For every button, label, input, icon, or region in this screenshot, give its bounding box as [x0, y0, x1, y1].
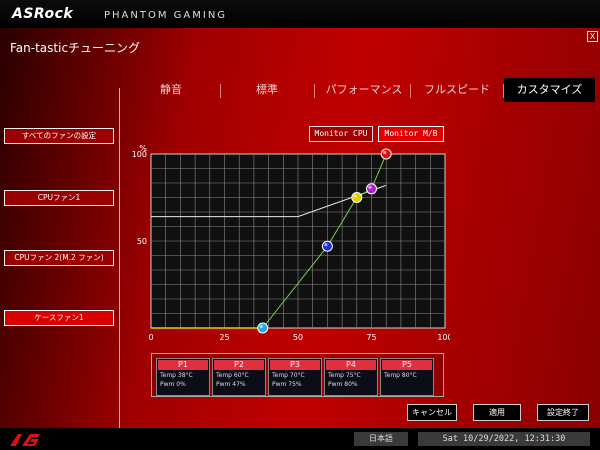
point-card-p3[interactable]: P3 Temp 70°C Pwm 75% — [268, 358, 322, 396]
point-card-p2[interactable]: P2 Temp 60°C Pwm 47% — [212, 358, 266, 396]
curve-point-p3[interactable] — [351, 192, 363, 203]
point-card-temp: Temp 80°C — [384, 372, 417, 379]
y-axis-label: % — [139, 144, 147, 153]
panel-title: Fan-tasticチューニング — [10, 41, 141, 55]
brand-logo: ASRock — [12, 6, 74, 22]
phantom-gaming-logo — [10, 434, 40, 446]
x-tick-label: 0 — [148, 333, 153, 342]
y-tick-label: 50 — [137, 237, 147, 246]
x-tick-label: 100 — [437, 333, 450, 342]
point-card-temp: Temp 75°C — [328, 372, 361, 379]
brand-subtitle: PHANTOM GAMING — [104, 10, 228, 21]
point-card-pwm: Pwm 75% — [272, 381, 302, 388]
point-card-temp: Temp 70°C — [272, 372, 305, 379]
x-tick-label: 75 — [366, 333, 376, 342]
close-button[interactable]: X — [587, 31, 598, 42]
curve-point-p5[interactable] — [380, 148, 392, 160]
tab-full-speed[interactable]: フルスピード — [412, 78, 502, 102]
fan-curve-chart[interactable]: 025507510050100%°C — [130, 140, 450, 345]
point-highlight — [383, 150, 387, 155]
point-card-title: P2 — [214, 360, 264, 370]
tab-performance[interactable]: パフォーマンス — [316, 78, 412, 102]
point-card-p4[interactable]: P4 Temp 75°C Pwm 80% — [324, 358, 378, 396]
curve-point-p2[interactable] — [321, 240, 333, 252]
chart-grid — [150, 153, 446, 329]
point-card-title: P1 — [158, 360, 208, 370]
language-selector[interactable]: 日本語 — [354, 432, 408, 446]
datetime-display: Sat 10/29/2022, 12:31:30 — [418, 432, 590, 446]
point-info-panel: P1 Temp 38°C Pwm 0% P2 Temp 60°C Pwm 47%… — [151, 353, 444, 397]
top-bar: ASRock PHANTOM GAMING — [0, 0, 600, 28]
tab-separator — [220, 84, 221, 98]
point-card-temp: Temp 60°C — [216, 372, 249, 379]
point-card-title: P5 — [382, 360, 432, 370]
sidebar-item-case-fan-1[interactable]: ケースファン1 — [4, 310, 114, 326]
curve-point-p1[interactable] — [257, 322, 269, 334]
tab-silent[interactable]: 静音 — [126, 78, 216, 102]
point-card-pwm: Pwm 80% — [328, 381, 358, 388]
tab-standard[interactable]: 標準 — [222, 78, 312, 102]
divider — [119, 88, 120, 428]
point-card-title: P4 — [326, 360, 376, 370]
x-axis-label: °C — [449, 319, 450, 328]
tab-customize[interactable]: カスタマイズ — [504, 78, 595, 102]
point-card-p5[interactable]: P5 Temp 80°C — [380, 358, 434, 396]
x-tick-label: 25 — [219, 333, 229, 342]
sidebar-item-cpu-fan-2[interactable]: CPUファン 2(M.2 ファン) — [4, 250, 114, 266]
point-card-pwm: Pwm 0% — [160, 381, 186, 388]
cancel-button[interactable]: キャンセル — [407, 404, 457, 421]
sidebar-item-cpu-fan-1[interactable]: CPUファン1 — [4, 190, 114, 206]
tab-separator — [410, 84, 411, 98]
point-highlight — [259, 324, 263, 329]
preset-tabs: 静音 標準 パフォーマンス フルスピード カスタマイズ — [126, 78, 595, 104]
x-tick-label: 50 — [293, 333, 303, 342]
tab-separator — [314, 84, 315, 98]
point-card-pwm: Pwm 47% — [216, 381, 246, 388]
point-highlight — [368, 185, 372, 189]
point-card-temp: Temp 38°C — [160, 372, 193, 379]
curve-point-p4[interactable] — [366, 183, 377, 195]
point-highlight — [353, 194, 357, 198]
finish-settings-button[interactable]: 設定終了 — [537, 404, 589, 421]
point-card-title: P3 — [270, 360, 320, 370]
point-card-p1[interactable]: P1 Temp 38°C Pwm 0% — [156, 358, 210, 396]
sidebar-item-all-fans[interactable]: すべてのファンの設定 — [4, 128, 114, 144]
apply-button[interactable]: 適用 — [473, 404, 521, 421]
point-highlight — [324, 243, 328, 247]
